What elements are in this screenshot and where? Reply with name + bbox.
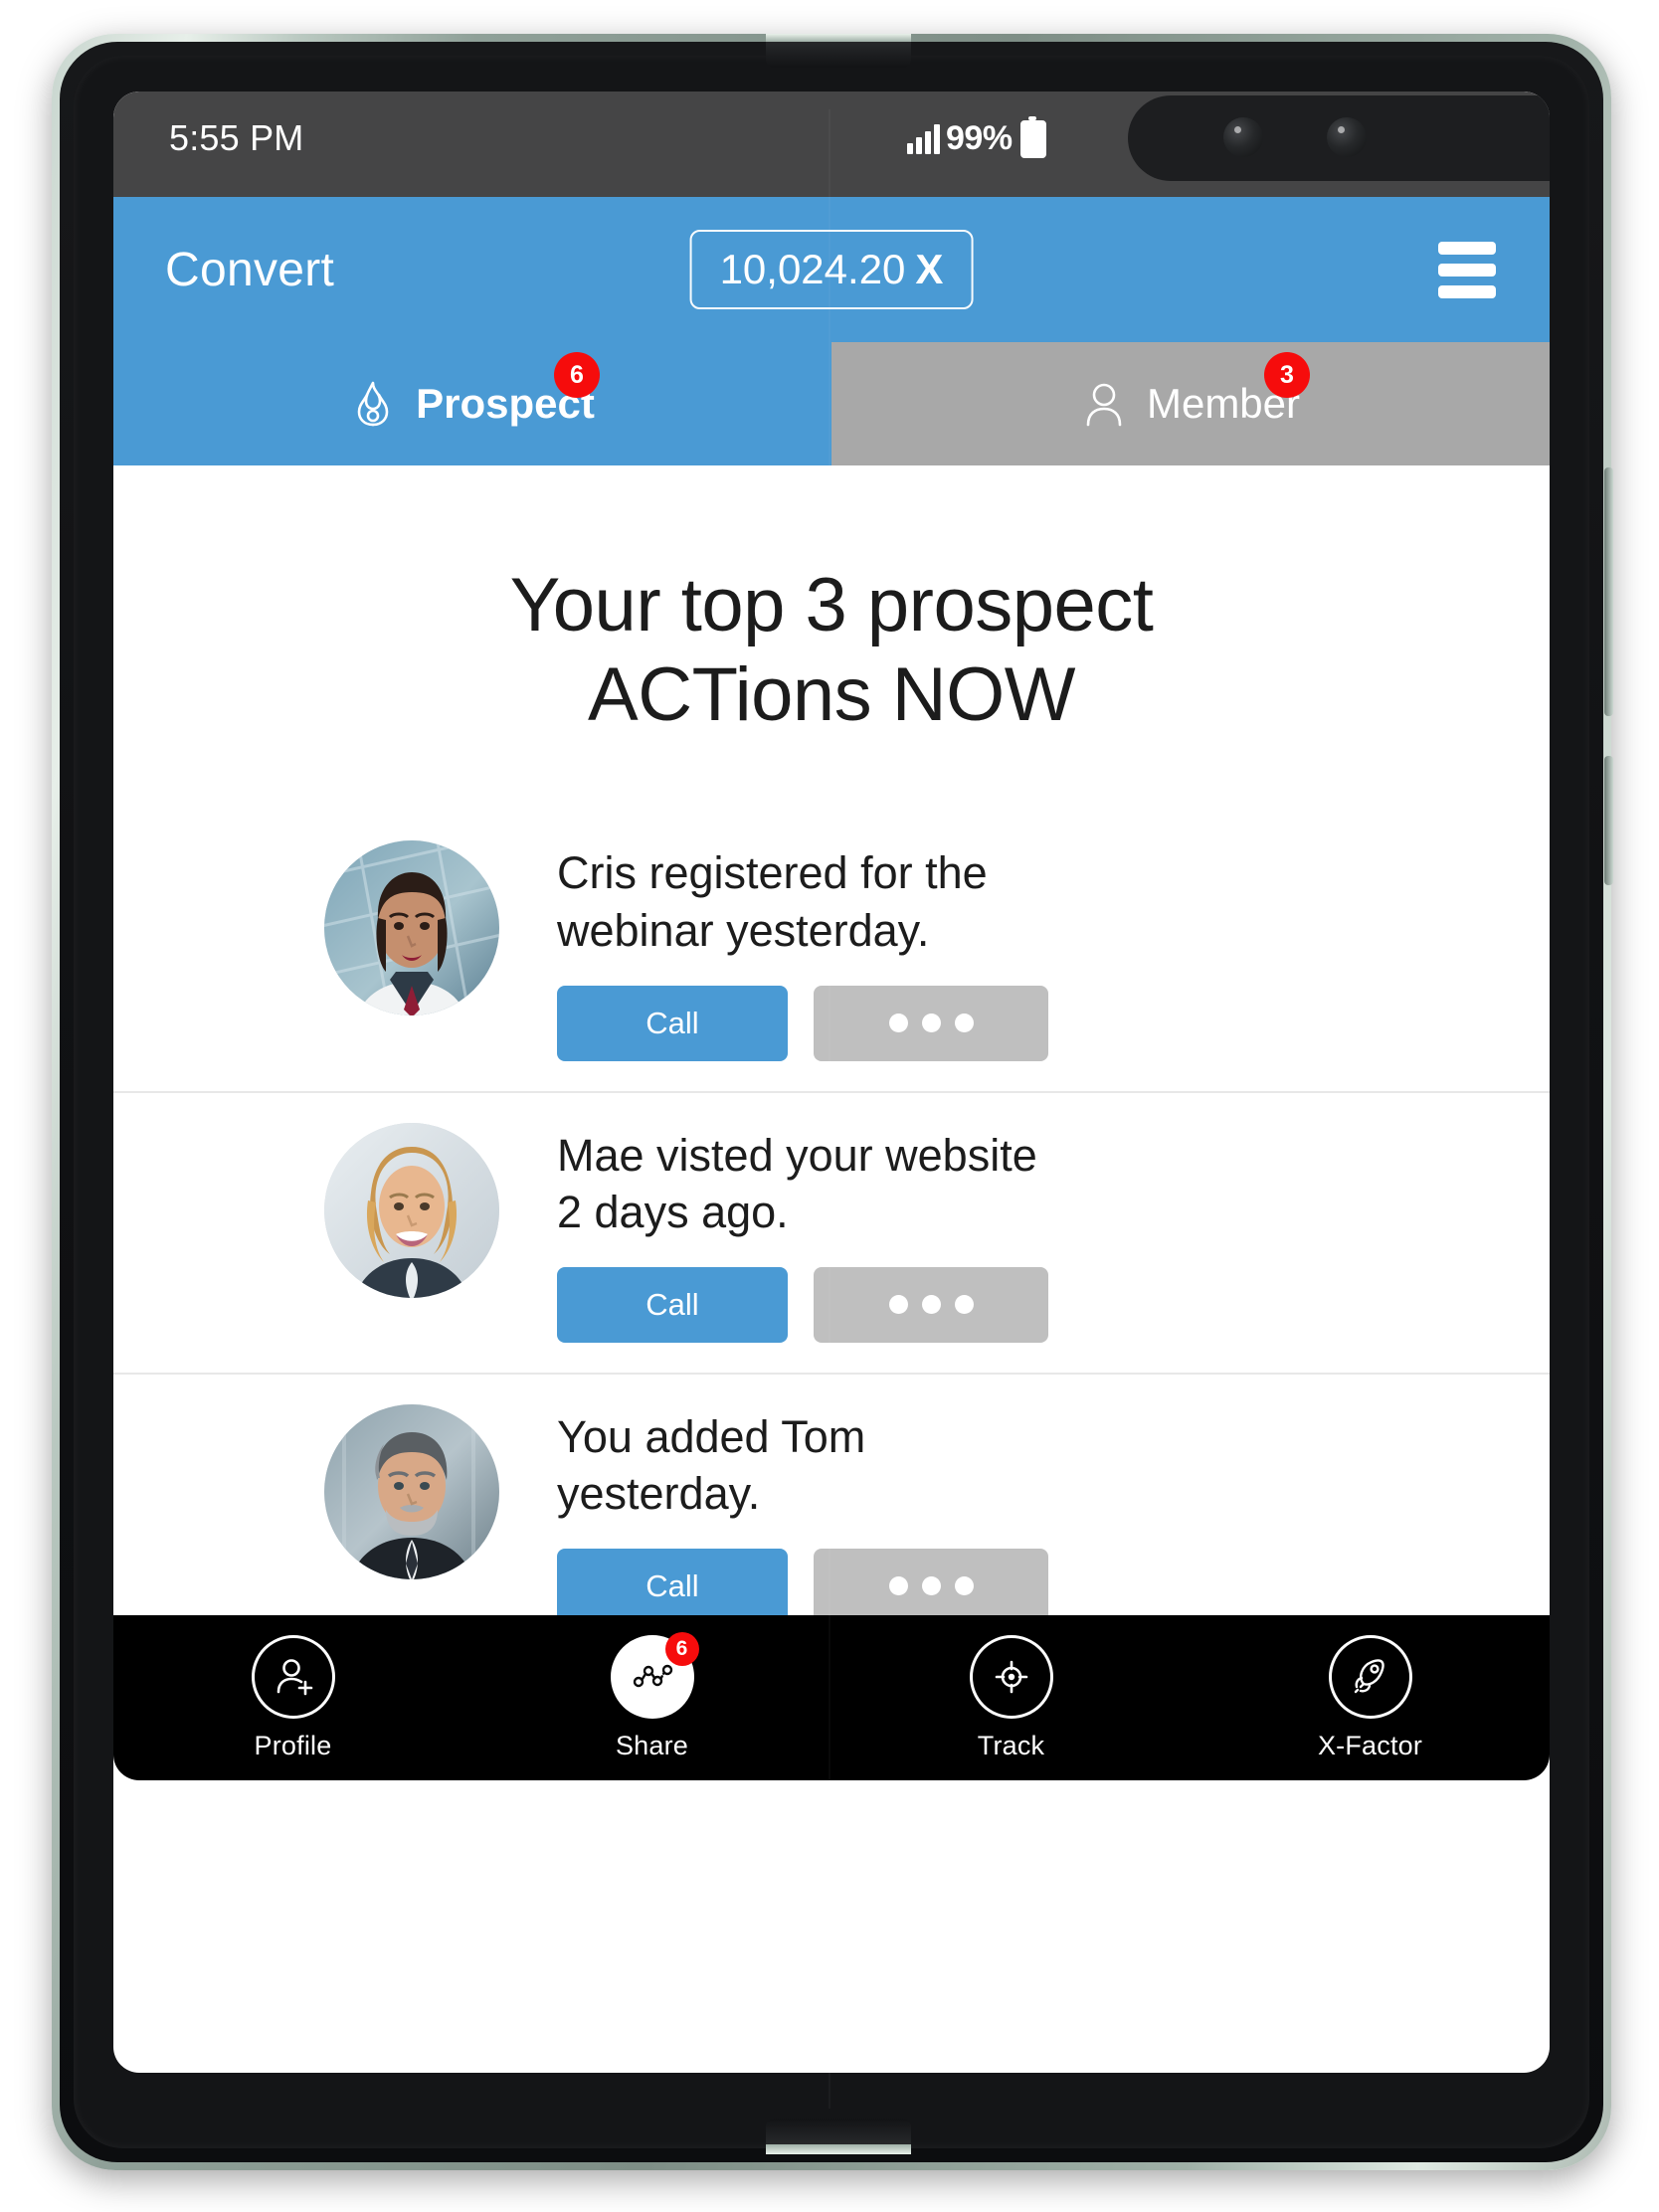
action-list: Cris registered for the webinar yesterda… (113, 811, 1550, 1654)
flame-icon (350, 379, 396, 429)
camera-lens-icon (1327, 117, 1367, 157)
balance-currency: X (915, 246, 944, 292)
action-main: Mae visted your website 2 days ago. Call (557, 1123, 1550, 1343)
signal-bars-icon (907, 123, 940, 154)
screenshot-stage: 5:55 PM 99% Convert 10,024.20 X Prospect… (0, 0, 1659, 2212)
action-text: Cris registered for the webinar yesterda… (557, 847, 988, 956)
device-hinge-bottom-metal (766, 2144, 911, 2154)
nav-item-profile-label: Profile (254, 1730, 332, 1760)
nav-item-x-factor[interactable]: X-Factor (1191, 1634, 1550, 1761)
action-buttons: Call (557, 985, 1550, 1061)
battery-full-icon (1019, 115, 1046, 158)
tab-member[interactable]: Member 3 (831, 342, 1550, 465)
action-main: Cris registered for the webinar yesterda… (557, 840, 1550, 1061)
action-buttons: Call (557, 1266, 1550, 1343)
tab-member-badge: 3 (1264, 352, 1310, 398)
action-row: Mae visted your website 2 days ago. Call (113, 1090, 1550, 1373)
battery-percent-label: 99% (946, 119, 1013, 157)
action-text: Mae visted your website 2 days ago. (557, 1129, 1037, 1238)
more-options-button[interactable] (814, 1548, 1048, 1624)
add-user-icon (251, 1634, 335, 1719)
device-hinge-top (766, 38, 911, 68)
device-screen: 5:55 PM 99% Convert 10,024.20 X Prospect… (113, 92, 1550, 2073)
tab-prospect-badge: 6 (554, 352, 600, 398)
ellipsis-icon (921, 1014, 941, 1033)
camera-lens-icon (1223, 117, 1263, 157)
action-row: Cris registered for the webinar yesterda… (113, 811, 1550, 1090)
tab-prospect[interactable]: Prospect 6 (113, 342, 831, 465)
ellipsis-icon (888, 1576, 908, 1596)
share-network-icon: 6 (610, 1631, 699, 1719)
nav-item-share[interactable]: 6 Share (472, 1631, 831, 1761)
call-button[interactable]: Call (557, 1266, 788, 1343)
camera-cutout-island (1128, 95, 1550, 181)
status-bar-clock: 5:55 PM (169, 117, 304, 158)
more-options-button[interactable] (814, 985, 1048, 1061)
target-crosshair-icon (969, 1634, 1053, 1719)
nav-item-track[interactable]: Track (831, 1634, 1191, 1761)
avatar-cris[interactable] (324, 840, 499, 1016)
nav-item-x-factor-label: X-Factor (1317, 1730, 1423, 1760)
main-content: Your top 3 prospect ACTions NOW Cris reg… (113, 465, 1550, 1780)
ellipsis-icon (954, 1014, 974, 1033)
call-button[interactable]: Call (557, 1548, 788, 1624)
nav-item-share-label: Share (615, 1730, 689, 1760)
ellipsis-icon (888, 1295, 908, 1315)
power-button[interactable] (1604, 756, 1613, 885)
tab-bar: Prospect 6 Member 3 (113, 342, 1550, 465)
more-options-button[interactable] (814, 1266, 1048, 1343)
ellipsis-icon (921, 1295, 941, 1315)
nav-item-share-badge: 6 (664, 1631, 699, 1666)
nav-item-track-label: Track (977, 1730, 1045, 1760)
rocket-icon (1328, 1634, 1412, 1719)
ellipsis-icon (954, 1295, 974, 1315)
bottom-navigation-bar: Profile 6 Share Track X-Factor (113, 1615, 1550, 1780)
app-header: Convert 10,024.20 X (113, 197, 1550, 342)
hamburger-menu-icon[interactable] (1438, 241, 1496, 298)
balance-pill[interactable]: 10,024.20 X (689, 230, 974, 309)
page-title: Your top 3 prospect ACTions NOW (509, 563, 1154, 737)
volume-button[interactable] (1604, 467, 1613, 716)
status-bar-indicators: 99% (907, 115, 1046, 158)
action-main: You added Tom yesterday. Call (557, 1404, 1550, 1624)
nav-item-profile[interactable]: Profile (113, 1634, 472, 1761)
action-buttons: Call (557, 1548, 1550, 1624)
app-brand-title: Convert (165, 243, 335, 296)
action-row: You added Tom yesterday. Call (113, 1372, 1550, 1654)
avatar-tom[interactable] (324, 1403, 499, 1579)
call-button[interactable]: Call (557, 985, 788, 1061)
ellipsis-icon (921, 1576, 941, 1596)
ellipsis-icon (954, 1576, 974, 1596)
balance-amount: 10,024.20 (719, 246, 906, 292)
action-text: You added Tom yesterday. (557, 1410, 866, 1520)
status-bar: 5:55 PM 99% (113, 92, 1550, 197)
device-hinge-top-metal (766, 34, 911, 42)
person-icon (1081, 379, 1127, 429)
ellipsis-icon (888, 1014, 908, 1033)
avatar-mae[interactable] (324, 1122, 499, 1298)
